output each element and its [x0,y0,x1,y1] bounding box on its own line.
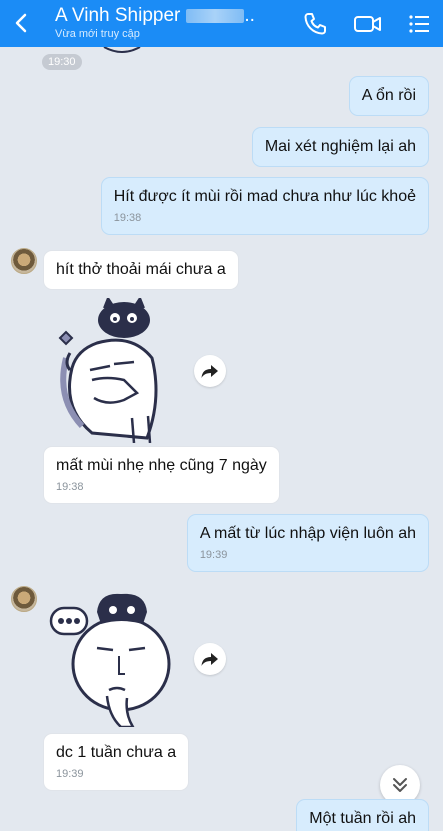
menu-list-icon[interactable] [405,10,433,38]
back-arrow-icon[interactable] [8,9,36,37]
message-bubble-out[interactable]: Hít được ít mùi rồi mad chưa như lúc kho… [100,177,429,235]
message-bubble-in[interactable]: hít thở thoải mái chưa a [43,250,239,290]
contact-status: Vừa mới truy cập [55,28,140,40]
message-text: mất mùi nhẹ nhẹ cũng 7 ngày [56,457,267,474]
face-with-cat-hat-sticker[interactable] [52,298,172,443]
message-text: Hít được ít mùi rồi mad chưa như lúc kho… [113,188,416,205]
contact-name-suffix: .. [244,5,255,26]
video-call-icon[interactable] [353,10,383,38]
partial-sticker [103,47,141,53]
avatar[interactable] [11,586,37,612]
message-text: dc 1 tuần chưa a [56,744,177,761]
forward-arrow-icon [201,653,218,666]
message-bubble-out[interactable]: A ổn rồi [348,76,429,116]
message-bubble-in[interactable]: dc 1 tuần chưa a 19:39 [43,733,190,791]
message-bubble-out[interactable]: Một tuần rồi ah [296,799,429,831]
message-timestamp: 19:39 [56,768,84,780]
share-button[interactable] [194,355,226,387]
share-button[interactable] [194,643,226,675]
phone-call-icon[interactable] [301,10,329,38]
message-text: A ổn rồi [361,87,416,104]
message-text: hít thở thoải mái chưa a [56,261,226,278]
contact-name-text: A Vinh Shipper [55,5,181,26]
message-bubble-out[interactable]: Mai xét nghiệm lại ah [251,127,429,167]
message-text: Mai xét nghiệm lại ah [264,138,416,155]
message-timestamp: 19:38 [113,212,142,224]
forward-arrow-icon [201,365,218,378]
message-text: A mất từ lúc nhập viện luôn ah [199,525,416,542]
message-timestamp: 19:38 [56,481,84,493]
redacted-name-blur [186,8,245,23]
time-chip: 19:30 [42,54,82,70]
thinking-face-sticker[interactable] [47,590,172,727]
message-list[interactable]: 19:30 A ổn rồi Mai xét nghiệm lại ah Hít… [0,47,443,831]
chat-header: A Vinh Shipper.. Vừa mới truy cập [0,0,443,47]
message-text: Một tuần rồi ah [309,810,416,827]
message-bubble-in[interactable]: mất mùi nhẹ nhẹ cũng 7 ngày 19:38 [43,446,280,504]
contact-name[interactable]: A Vinh Shipper.. [55,5,255,27]
message-timestamp: 19:39 [199,549,228,561]
message-bubble-out[interactable]: A mất từ lúc nhập viện luôn ah 19:39 [186,514,429,572]
avatar[interactable] [11,248,37,274]
